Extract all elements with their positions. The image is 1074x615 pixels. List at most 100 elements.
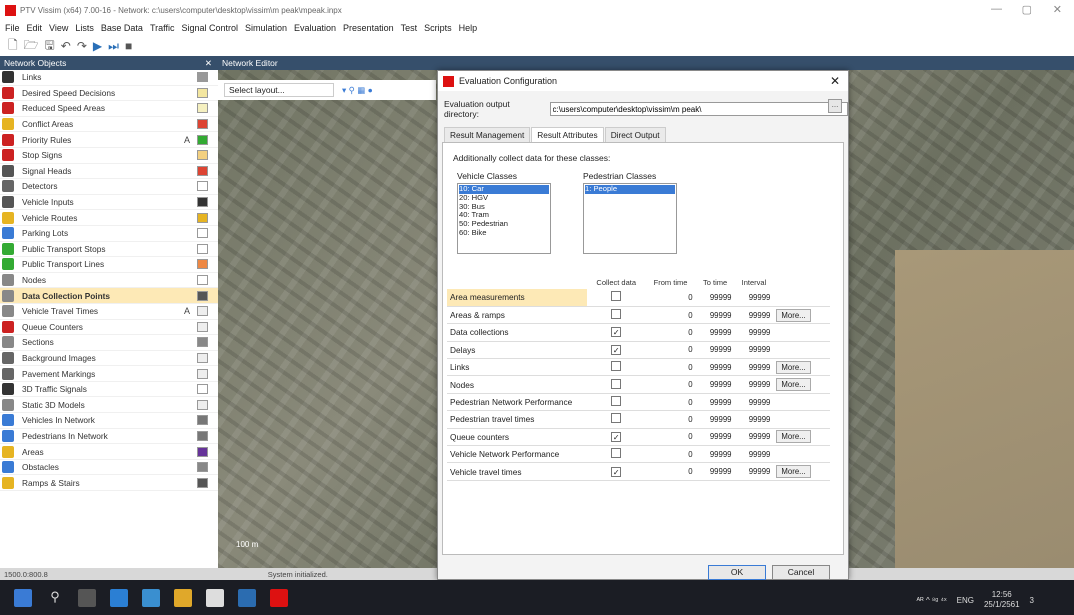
menu-item-base-data[interactable]: Base Data <box>101 23 143 33</box>
pedestrian-classes-listbox[interactable]: 1: People <box>583 183 677 254</box>
from-time-cell[interactable]: 0 <box>645 445 696 464</box>
interval-time-cell[interactable]: 99999 <box>734 462 774 481</box>
menu-item-scripts[interactable]: Scripts <box>424 23 452 33</box>
from-time-cell[interactable]: 0 <box>645 410 696 429</box>
color-swatch[interactable] <box>197 259 208 270</box>
interval-time-cell[interactable]: 99999 <box>734 323 774 342</box>
label-toggle-icon[interactable]: A <box>184 135 190 145</box>
more-button[interactable]: More... <box>776 360 811 374</box>
menu-item-traffic[interactable]: Traffic <box>150 23 175 33</box>
class-option[interactable]: 1: People <box>585 184 675 194</box>
color-swatch[interactable] <box>197 197 208 208</box>
from-time-cell[interactable]: 0 <box>645 289 696 307</box>
color-swatch[interactable] <box>197 384 208 395</box>
tray-icons[interactable]: ᴬᴿ ^ ⁸ᵍ ⁴ˣ <box>917 596 947 605</box>
browse-directory-button[interactable]: … <box>828 99 842 113</box>
network-object-row[interactable]: 3D Traffic Signals <box>0 382 218 398</box>
interval-time-cell[interactable]: 99999 <box>734 358 774 377</box>
save-icon[interactable]: 🖫 <box>45 36 55 57</box>
interval-time-cell[interactable]: 99999 <box>734 375 774 394</box>
task-view-icon[interactable] <box>78 588 96 607</box>
network-object-row[interactable]: Vehicle Inputs <box>0 195 218 211</box>
color-swatch[interactable] <box>197 290 208 301</box>
search-icon[interactable]: ⚲ <box>46 589 64 607</box>
color-swatch[interactable] <box>197 477 208 488</box>
menu-item-simulation[interactable]: Simulation <box>245 23 287 33</box>
notification-icon[interactable]: 3 <box>1030 596 1034 605</box>
step-simulation-icon[interactable]: ⏭ <box>108 39 119 54</box>
close-panel-icon[interactable]: ✕ <box>205 58 212 69</box>
collect-data-checkbox[interactable] <box>611 413 622 424</box>
file-explorer-icon[interactable] <box>142 588 160 607</box>
interval-time-cell[interactable]: 99999 <box>734 306 774 325</box>
to-time-cell[interactable]: 99999 <box>695 289 735 307</box>
collect-data-checkbox[interactable]: ✓ <box>611 327 622 338</box>
menu-item-view[interactable]: View <box>49 23 68 33</box>
language-indicator[interactable]: ENG <box>957 596 974 605</box>
minimize-icon[interactable]: — <box>991 3 1002 15</box>
more-button[interactable]: More... <box>776 308 811 322</box>
layout-tools-icon[interactable]: ▾ ⚲ ▦ ● <box>342 85 373 96</box>
class-option[interactable]: 60: Bike <box>459 228 549 238</box>
color-swatch[interactable] <box>197 275 208 286</box>
network-object-row[interactable]: Vehicle Travel Times A <box>0 304 218 320</box>
run-simulation-icon[interactable]: ▶ <box>93 39 102 53</box>
color-swatch[interactable] <box>197 87 208 98</box>
network-object-row[interactable]: Parking Lots <box>0 226 218 242</box>
color-swatch[interactable] <box>197 462 208 473</box>
collect-data-checkbox[interactable] <box>611 378 622 389</box>
from-time-cell[interactable]: 0 <box>645 375 696 394</box>
network-object-row[interactable]: Vehicle Routes <box>0 210 218 226</box>
menu-item-file[interactable]: File <box>5 23 20 33</box>
maximize-icon[interactable]: ▢ <box>1022 3 1032 16</box>
more-button[interactable]: More... <box>776 378 811 392</box>
from-time-cell[interactable]: 0 <box>645 393 696 412</box>
network-object-row[interactable]: Links <box>0 70 218 86</box>
to-time-cell[interactable]: 99999 <box>695 445 735 464</box>
color-swatch[interactable] <box>197 150 208 161</box>
network-object-row[interactable]: Data Collection Points <box>0 288 218 304</box>
collect-data-checkbox[interactable] <box>611 448 622 459</box>
from-time-cell[interactable]: 0 <box>645 428 696 447</box>
color-swatch[interactable] <box>197 446 208 457</box>
to-time-cell[interactable]: 99999 <box>695 358 735 377</box>
color-swatch[interactable] <box>197 352 208 363</box>
color-swatch[interactable] <box>197 430 208 441</box>
app-icon[interactable] <box>238 588 256 607</box>
network-object-row[interactable]: Areas <box>0 444 218 460</box>
network-object-row[interactable]: Pavement Markings <box>0 366 218 382</box>
network-object-row[interactable]: Obstacles <box>0 460 218 476</box>
network-object-row[interactable]: Queue Counters <box>0 320 218 336</box>
redo-icon[interactable]: ↷ <box>77 39 87 53</box>
stop-simulation-icon[interactable]: ■ <box>125 39 132 53</box>
interval-time-cell[interactable]: 99999 <box>734 428 774 447</box>
interval-time-cell[interactable]: 99999 <box>734 410 774 429</box>
from-time-cell[interactable]: 0 <box>645 323 696 342</box>
menu-item-presentation[interactable]: Presentation <box>343 23 394 33</box>
close-window-icon[interactable]: ✕ <box>1053 3 1062 16</box>
color-swatch[interactable] <box>197 415 208 426</box>
windows-start-icon[interactable] <box>14 588 32 607</box>
collect-data-checkbox[interactable] <box>611 396 622 407</box>
to-time-cell[interactable]: 99999 <box>695 393 735 412</box>
vehicle-classes-listbox[interactable]: 10: Car 20: HGV 30: Bus 40: Tram 50: Pedestr… <box>457 183 551 254</box>
collect-data-checkbox[interactable] <box>611 361 622 372</box>
select-layout-dropdown[interactable]: Select layout... <box>224 83 334 97</box>
color-swatch[interactable] <box>197 103 208 114</box>
network-object-row[interactable]: Reduced Speed Areas <box>0 101 218 117</box>
network-object-row[interactable]: Detectors <box>0 179 218 195</box>
interval-time-cell[interactable]: 99999 <box>734 445 774 464</box>
menu-item-test[interactable]: Test <box>401 23 418 33</box>
more-button[interactable]: More... <box>776 430 811 444</box>
undo-icon[interactable]: ↶ <box>61 39 71 53</box>
network-object-row[interactable]: Pedestrians In Network <box>0 429 218 445</box>
color-swatch[interactable] <box>197 368 208 379</box>
to-time-cell[interactable]: 99999 <box>695 428 735 447</box>
network-object-row[interactable]: Background Images <box>0 351 218 367</box>
interval-time-cell[interactable]: 99999 <box>734 289 774 307</box>
to-time-cell[interactable]: 99999 <box>695 306 735 325</box>
from-time-cell[interactable]: 0 <box>645 462 696 481</box>
more-button[interactable]: More... <box>776 465 811 479</box>
to-time-cell[interactable]: 99999 <box>695 375 735 394</box>
from-time-cell[interactable]: 0 <box>645 341 696 360</box>
